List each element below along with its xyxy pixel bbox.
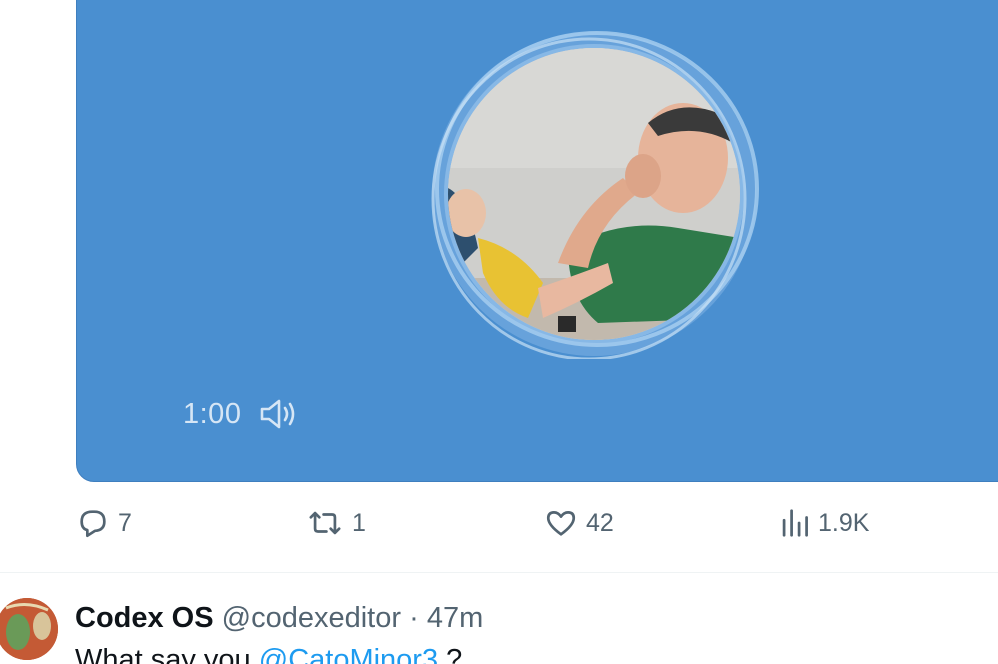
like-icon <box>546 511 576 536</box>
like-count: 42 <box>586 508 614 537</box>
reply-count: 7 <box>118 508 132 537</box>
retweet-icon <box>309 511 341 535</box>
retweet-count: 1 <box>352 508 366 537</box>
tweet-time[interactable]: 47m <box>427 602 483 634</box>
like-button[interactable]: 42 <box>544 506 614 540</box>
video-thumbnail <box>448 48 740 340</box>
tweet[interactable]: Codex OS @codexeditor · 47m What say you… <box>0 596 998 664</box>
tweet-text-end: ? <box>446 644 463 664</box>
tweet-header: Codex OS @codexeditor · 47m <box>75 602 483 635</box>
tweet-text: What say you @CatoMinor3 ? <box>75 644 462 664</box>
user-handle[interactable]: @codexeditor <box>222 602 401 634</box>
tweet-actions: 7 1 42 1.9K <box>0 506 998 552</box>
media-player[interactable]: 1:00 <box>76 0 998 482</box>
display-name[interactable]: Codex OS <box>75 602 214 634</box>
views-button[interactable]: 1.9K <box>780 506 869 540</box>
video-timestamp: 1:00 <box>183 397 242 430</box>
speaker-icon[interactable] <box>259 397 299 431</box>
separator-dot: · <box>409 602 419 634</box>
views-icon <box>782 509 808 537</box>
mention-link[interactable]: @CatoMinor3 <box>259 644 438 664</box>
reply-button[interactable]: 7 <box>76 506 132 540</box>
avatar[interactable] <box>0 598 58 660</box>
retweet-button[interactable]: 1 <box>306 506 366 540</box>
reply-icon <box>80 510 106 538</box>
tweet-text-body: What say you <box>75 644 251 664</box>
tweet-divider <box>0 572 998 573</box>
video-controls: 1:00 <box>183 396 299 432</box>
speaker-avatar <box>429 29 759 359</box>
views-count: 1.9K <box>818 508 870 537</box>
